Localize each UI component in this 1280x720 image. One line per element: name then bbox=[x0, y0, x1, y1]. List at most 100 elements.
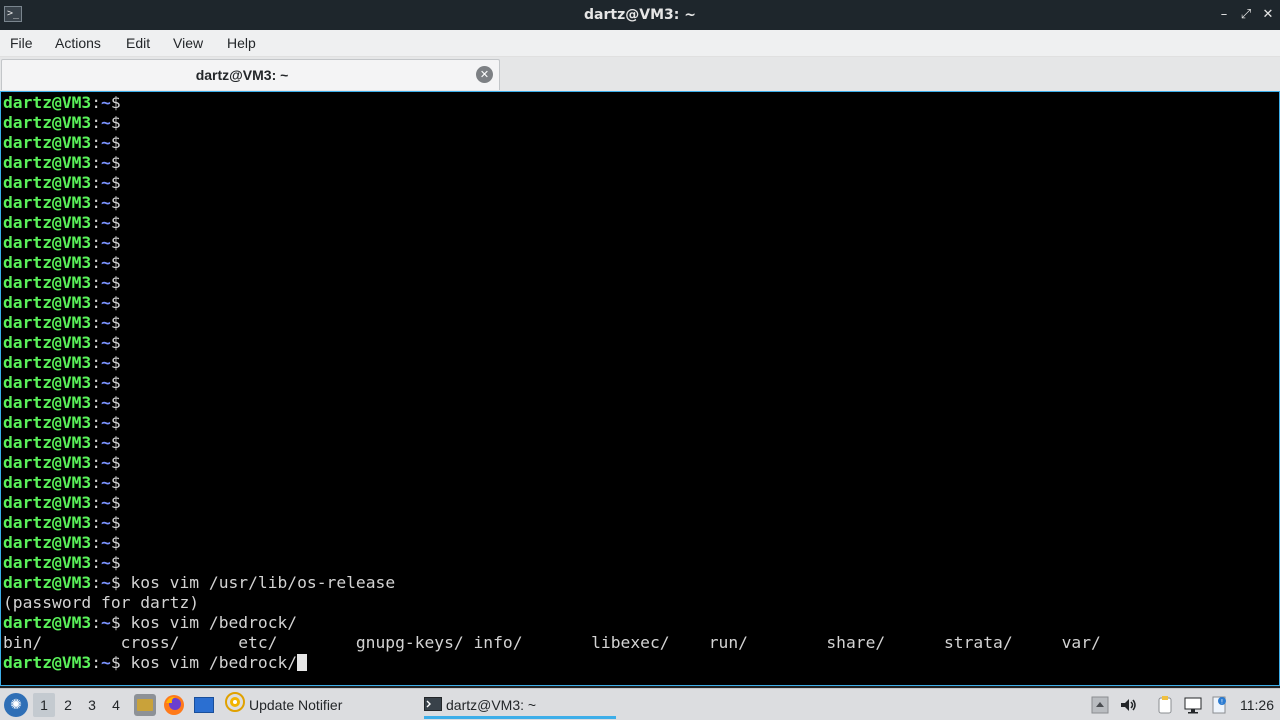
restore-button[interactable]: ⤢ bbox=[1236, 5, 1256, 25]
close-circle-icon[interactable]: ✕ bbox=[476, 66, 493, 83]
prompt-separator: : bbox=[91, 233, 102, 252]
prompt-user: dartz@VM3 bbox=[3, 493, 92, 512]
terminal-prompt-line: dartz@VM3:~$ bbox=[3, 173, 121, 193]
terminal-prompt-line: dartz@VM3:~$ bbox=[3, 533, 121, 553]
prompt-user: dartz@VM3 bbox=[3, 373, 92, 392]
task-terminal[interactable]: dartz@VM3: ~ bbox=[424, 691, 616, 719]
prompt-user: dartz@VM3 bbox=[3, 393, 92, 412]
prompt-symbol: $ bbox=[110, 553, 121, 572]
terminal-prompt-line: dartz@VM3:~$ bbox=[3, 233, 121, 253]
terminal-prompt-line: dartz@VM3:~$ bbox=[3, 113, 121, 133]
prompt-symbol: $ bbox=[110, 193, 121, 212]
prompt-separator: : bbox=[91, 473, 102, 492]
menu-edit[interactable]: Edit bbox=[126, 30, 150, 57]
network-icon[interactable] bbox=[1183, 695, 1203, 715]
terminal-prompt-line: dartz@VM3:~$ bbox=[3, 473, 121, 493]
terminal-prompt-line: dartz@VM3:~$ bbox=[3, 293, 121, 313]
show-desktop-icon[interactable] bbox=[193, 694, 215, 716]
clipboard-icon[interactable] bbox=[1155, 695, 1175, 715]
prompt-separator: : bbox=[91, 393, 102, 412]
text-cursor bbox=[297, 654, 308, 671]
prompt-path: ~ bbox=[101, 93, 111, 112]
terminal-prompt-line: dartz@VM3:~$ bbox=[3, 433, 121, 453]
prompt-path: ~ bbox=[101, 453, 111, 472]
prompt-user: dartz@VM3 bbox=[3, 533, 92, 552]
prompt-separator: : bbox=[91, 373, 102, 392]
prompt-separator: : bbox=[91, 153, 102, 172]
firefox-icon[interactable] bbox=[163, 694, 185, 716]
prompt-user: dartz@VM3 bbox=[3, 113, 92, 132]
close-button[interactable]: ✕ bbox=[1258, 5, 1278, 25]
prompt-path: ~ bbox=[101, 513, 111, 532]
prompt-user: dartz@VM3 bbox=[3, 453, 92, 472]
prompt-user: dartz@VM3 bbox=[3, 613, 92, 632]
task-label: dartz@VM3: ~ bbox=[446, 697, 537, 713]
prompt-user: dartz@VM3 bbox=[3, 473, 92, 492]
prompt-separator: : bbox=[91, 113, 102, 132]
prompt-symbol: $ bbox=[110, 453, 121, 472]
prompt-separator: : bbox=[91, 453, 102, 472]
terminal-icon bbox=[424, 692, 442, 720]
prompt-separator: : bbox=[91, 193, 102, 212]
terminal-prompt-line: dartz@VM3:~$ bbox=[3, 253, 121, 273]
prompt-user: dartz@VM3 bbox=[3, 313, 92, 332]
clock[interactable]: 11:26 bbox=[1240, 689, 1274, 720]
terminal-prompt-line: dartz@VM3:~$ bbox=[3, 373, 121, 393]
prompt-separator: : bbox=[91, 133, 102, 152]
window-titlebar[interactable]: >_ dartz@VM3: ~ – ⤢ ✕ bbox=[0, 0, 1280, 30]
command-text: kos vim /bedrock/ bbox=[120, 613, 298, 632]
prompt-path: ~ bbox=[101, 413, 111, 432]
prompt-symbol: $ bbox=[110, 213, 121, 232]
menu-view[interactable]: View bbox=[173, 30, 203, 57]
prompt-path: ~ bbox=[101, 233, 111, 252]
volume-icon[interactable] bbox=[1118, 695, 1138, 715]
terminal-output[interactable]: dartz@VM3:~$ dartz@VM3:~$ dartz@VM3:~$ dart… bbox=[0, 91, 1280, 686]
menu-actions[interactable]: Actions bbox=[55, 30, 101, 57]
prompt-symbol: $ bbox=[110, 513, 121, 532]
prompt-path: ~ bbox=[101, 333, 111, 352]
prompt-user: dartz@VM3 bbox=[3, 433, 92, 452]
prompt-separator: : bbox=[91, 573, 102, 592]
menu-help[interactable]: Help bbox=[227, 30, 256, 57]
command-text: kos vim /usr/lib/os-release bbox=[120, 573, 396, 592]
prompt-symbol: $ bbox=[110, 493, 121, 512]
prompt-path: ~ bbox=[101, 133, 111, 152]
prompt-separator: : bbox=[91, 333, 102, 352]
terminal-prompt-line: dartz@VM3:~$ kos vim /usr/lib/os-release bbox=[3, 573, 395, 593]
prompt-user: dartz@VM3 bbox=[3, 273, 92, 292]
prompt-user: dartz@VM3 bbox=[3, 93, 92, 112]
terminal-prompt-line: dartz@VM3:~$ bbox=[3, 153, 121, 173]
prompt-path: ~ bbox=[101, 613, 111, 632]
prompt-path: ~ bbox=[101, 653, 111, 672]
terminal-prompt-line: dartz@VM3:~$ bbox=[3, 513, 121, 533]
tray-arrow-icon[interactable] bbox=[1090, 695, 1110, 715]
prompt-path: ~ bbox=[101, 173, 111, 192]
terminal-prompt-line: dartz@VM3:~$ bbox=[3, 453, 121, 473]
prompt-separator: : bbox=[91, 653, 102, 672]
terminal-prompt-line: dartz@VM3:~$ bbox=[3, 413, 121, 433]
prompt-separator: : bbox=[91, 613, 102, 632]
prompt-symbol: $ bbox=[110, 393, 121, 412]
window-title: dartz@VM3: ~ bbox=[584, 7, 696, 23]
prompt-symbol: $ bbox=[110, 233, 121, 252]
desktop-3-button[interactable]: 3 bbox=[81, 693, 103, 717]
terminal-prompt-line: dartz@VM3:~$ bbox=[3, 193, 121, 213]
prompt-separator: : bbox=[91, 553, 102, 572]
desktop-1-button[interactable]: 1 bbox=[33, 693, 55, 717]
prompt-separator: : bbox=[91, 253, 102, 272]
prompt-symbol: $ bbox=[110, 293, 121, 312]
prompt-symbol: $ bbox=[110, 93, 121, 112]
prompt-symbol: $ bbox=[110, 653, 121, 672]
tab-terminal[interactable]: dartz@VM3: ~ ✕ bbox=[1, 59, 500, 90]
updates-icon[interactable]: ! bbox=[1209, 695, 1229, 715]
file-manager-icon[interactable] bbox=[134, 694, 156, 716]
desktop-2-button[interactable]: 2 bbox=[57, 693, 79, 717]
minimize-button[interactable]: – bbox=[1214, 5, 1234, 25]
prompt-path: ~ bbox=[101, 293, 111, 312]
menu-file[interactable]: File bbox=[10, 30, 33, 57]
start-menu-icon[interactable]: ✺ bbox=[4, 693, 28, 717]
prompt-symbol: $ bbox=[110, 313, 121, 332]
prompt-symbol: $ bbox=[110, 333, 121, 352]
desktop-4-button[interactable]: 4 bbox=[105, 693, 127, 717]
task-update-notifier[interactable]: Update Notifier bbox=[225, 691, 342, 719]
